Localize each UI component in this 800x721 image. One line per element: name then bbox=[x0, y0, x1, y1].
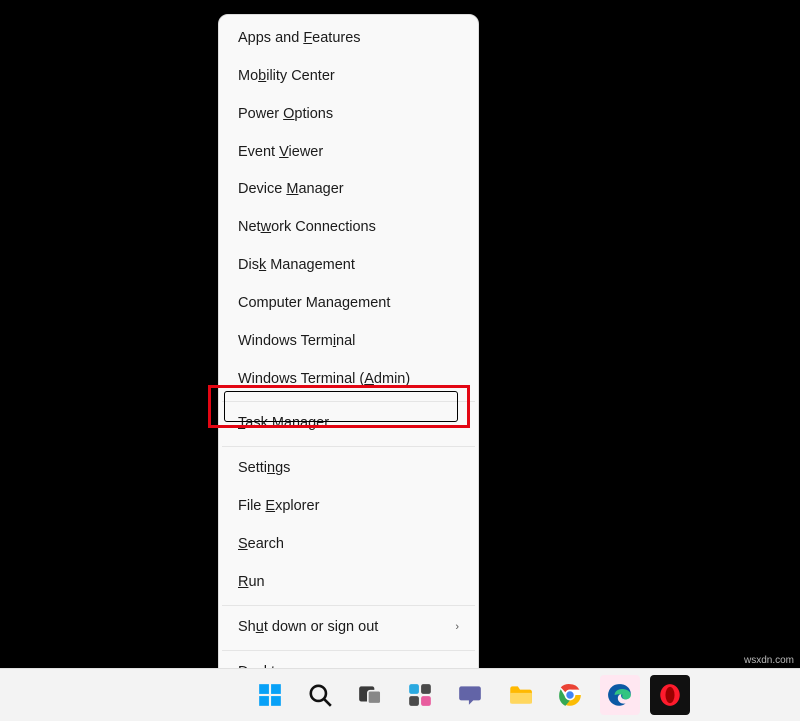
menu-item-g0-i4[interactable]: Device Manager bbox=[222, 171, 475, 209]
chevron-right-icon: › bbox=[455, 620, 459, 634]
menu-item-g2-i0[interactable]: Settings bbox=[222, 450, 475, 488]
menu-item-g0-i6[interactable]: Disk Management bbox=[222, 247, 475, 285]
menu-item-label: Windows Terminal (Admin) bbox=[238, 370, 410, 389]
menu-item-label: File Explorer bbox=[238, 497, 319, 516]
menu-item-g0-i8[interactable]: Windows Terminal bbox=[222, 323, 475, 361]
start-icon[interactable] bbox=[250, 675, 290, 715]
menu-item-g3-i0[interactable]: Shut down or sign out › bbox=[222, 609, 475, 647]
menu-item-label: Network Connections bbox=[238, 218, 376, 237]
watermark-text: wsxdn.com bbox=[744, 655, 794, 666]
menu-item-g2-i2[interactable]: Search bbox=[222, 526, 475, 564]
menu-item-label: Task Manager bbox=[238, 414, 329, 433]
menu-item-g0-i0[interactable]: Apps and Features bbox=[222, 20, 475, 58]
menu-item-label: Search bbox=[238, 535, 284, 554]
menu-separator bbox=[222, 650, 475, 651]
menu-separator bbox=[222, 446, 475, 447]
menu-item-label: Run bbox=[238, 573, 265, 592]
menu-item-g0-i1[interactable]: Mobility Center bbox=[222, 58, 475, 96]
menu-item-g2-i1[interactable]: File Explorer bbox=[222, 488, 475, 526]
menu-item-g0-i7[interactable]: Computer Management bbox=[222, 285, 475, 323]
taskbar-icon-group bbox=[250, 675, 690, 715]
taskbar bbox=[0, 668, 800, 721]
menu-item-g0-i5[interactable]: Network Connections bbox=[222, 209, 475, 247]
menu-item-label: Shut down or sign out bbox=[238, 618, 378, 637]
edge-icon[interactable] bbox=[600, 675, 640, 715]
menu-item-g0-i3[interactable]: Event Viewer bbox=[222, 134, 475, 172]
chrome-icon[interactable] bbox=[550, 675, 590, 715]
menu-item-g0-i2[interactable]: Power Options bbox=[222, 96, 475, 134]
opera-icon[interactable] bbox=[650, 675, 690, 715]
menu-item-label: Device Manager bbox=[238, 180, 344, 199]
menu-item-g2-i3[interactable]: Run bbox=[222, 564, 475, 602]
search-icon[interactable] bbox=[300, 675, 340, 715]
file-explorer-icon[interactable] bbox=[500, 675, 540, 715]
widgets-icon[interactable] bbox=[400, 675, 440, 715]
task-view-icon[interactable] bbox=[350, 675, 390, 715]
chat-icon[interactable] bbox=[450, 675, 490, 715]
menu-item-label: Computer Management bbox=[238, 294, 390, 313]
menu-item-g0-i9[interactable]: Windows Terminal (Admin) bbox=[222, 361, 475, 399]
menu-item-task-manager[interactable]: Task Manager bbox=[222, 405, 475, 443]
menu-item-label: Disk Management bbox=[238, 256, 355, 275]
menu-item-label: Event Viewer bbox=[238, 143, 323, 162]
menu-item-label: Mobility Center bbox=[238, 67, 335, 86]
menu-item-label: Apps and Features bbox=[238, 29, 361, 48]
menu-separator bbox=[222, 401, 475, 402]
winx-context-menu: Apps and Features Mobility Center Power Op… bbox=[218, 14, 479, 697]
menu-item-label: Power Options bbox=[238, 105, 333, 124]
menu-item-label: Windows Terminal bbox=[238, 332, 355, 351]
menu-separator bbox=[222, 605, 475, 606]
menu-item-label: Settings bbox=[238, 459, 290, 478]
